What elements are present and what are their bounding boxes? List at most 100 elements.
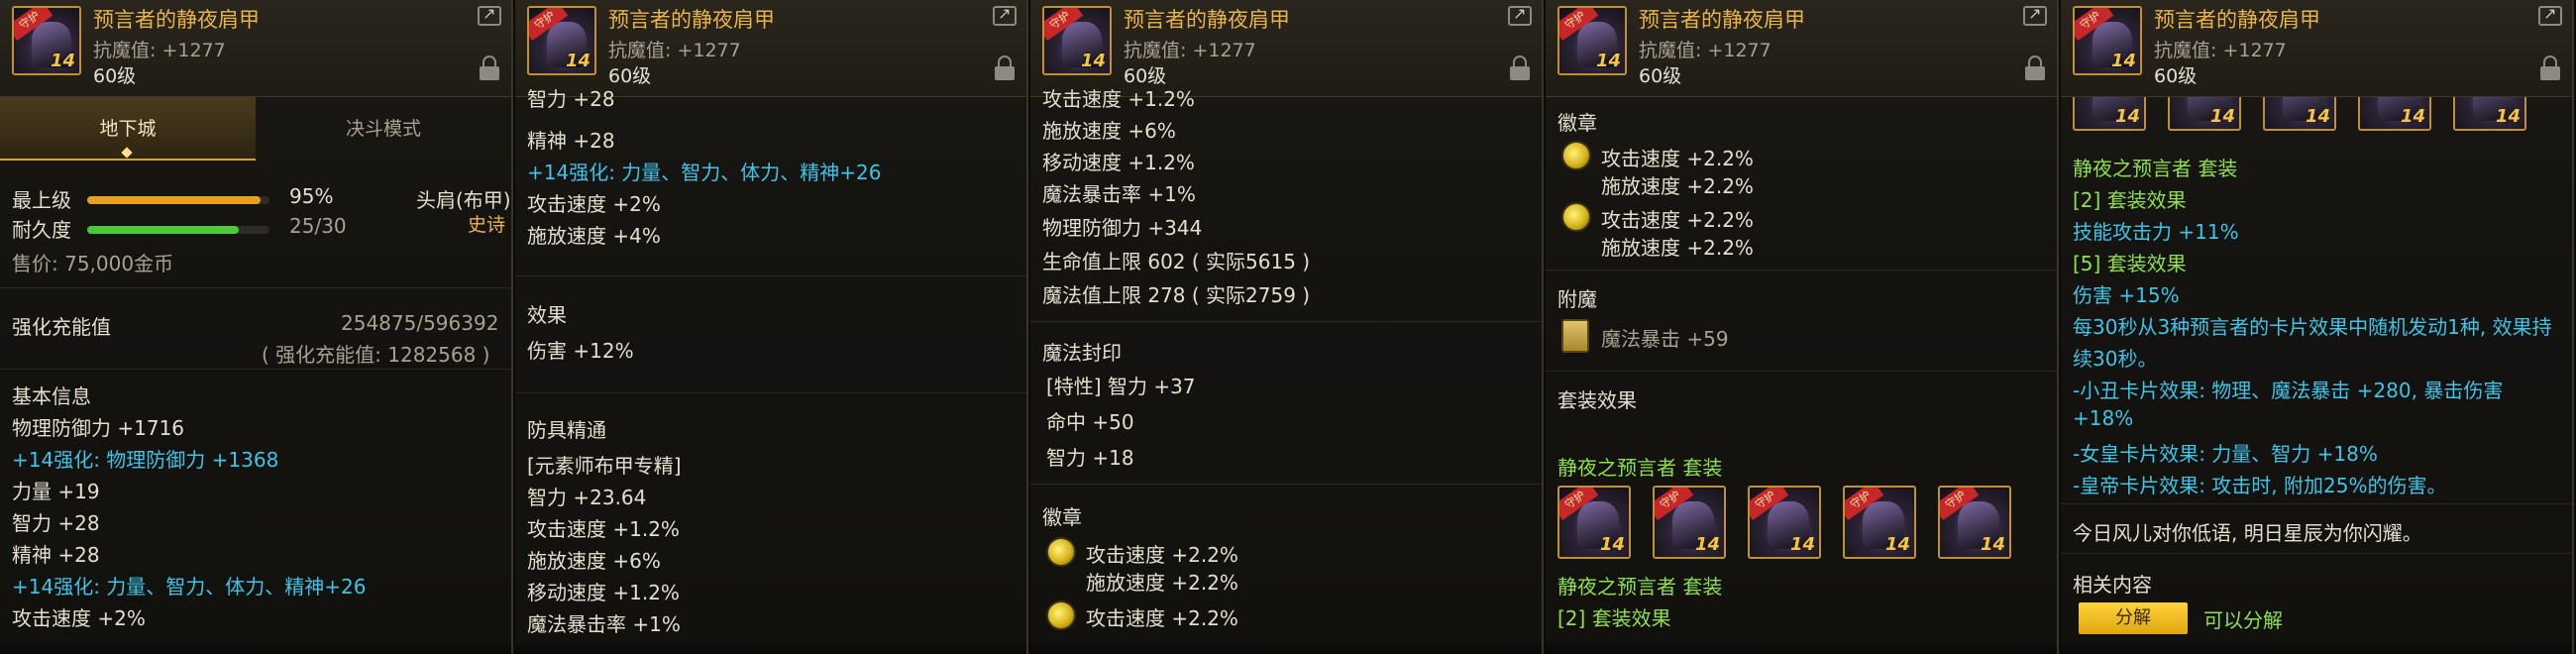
charge-sub: ( 强化充能值: 1282568 ) bbox=[262, 343, 490, 367]
item-header: 守护 14 预言者的静夜肩甲 抗魔值: +1277 60级 bbox=[2061, 0, 2572, 97]
item-icon[interactable]: 守护 14 bbox=[1042, 6, 1112, 75]
lock-icon[interactable] bbox=[1510, 55, 1530, 81]
divider bbox=[515, 392, 1026, 393]
durability-value: 25/30 bbox=[289, 214, 347, 238]
mastery-label: 防具精通 bbox=[527, 418, 606, 442]
icon-level: 14 bbox=[2400, 106, 2425, 127]
set-piece-icon[interactable]: 守护 14 bbox=[1938, 486, 2011, 559]
mode-tabs: 地下城 决斗模式 bbox=[0, 97, 511, 161]
enchant-line: 魔法暴击 +59 bbox=[1601, 327, 1729, 351]
stat-line: 物理防御力 +344 bbox=[1042, 216, 1203, 240]
item-level: 60级 bbox=[93, 65, 137, 87]
emblem-line: 施放速度 +2.2% bbox=[1086, 571, 1238, 595]
item-icon[interactable]: 守护 14 bbox=[2073, 6, 2142, 75]
set-effect-label: 套装效果 bbox=[1557, 388, 1637, 412]
icon-level: 14 bbox=[2495, 106, 2521, 127]
item-icon[interactable]: 守护 14 bbox=[1557, 6, 1627, 75]
tooltip-panel-2: 守护 14 预言者的静夜肩甲 抗魔值: +1277 60级 智力 +28 精神 … bbox=[515, 0, 1028, 654]
set-piece-icon[interactable]: 守护 14 bbox=[1748, 486, 1821, 559]
emblem-icon[interactable] bbox=[1561, 141, 1591, 170]
icon-level: 14 bbox=[1789, 534, 1815, 555]
icon-level: 14 bbox=[1980, 534, 2005, 555]
stat-line: 攻击速度 +1.2% bbox=[527, 517, 680, 541]
set-bonus-line: 技能攻击力 +11% bbox=[2073, 220, 2239, 244]
export-icon[interactable] bbox=[2538, 4, 2562, 26]
stat-line: 智力 +28 bbox=[12, 511, 100, 535]
set-piece-icon[interactable]: 守护 14 bbox=[1843, 486, 1916, 559]
item-resist: 抗魔值: +1277 bbox=[93, 40, 226, 61]
stat-line: 移动速度 +1.2% bbox=[1042, 151, 1195, 174]
set-tier-label: [5] 套装效果 bbox=[2073, 252, 2187, 275]
set-name: 静夜之预言者 套装 bbox=[1557, 456, 1723, 480]
related-label: 相关内容 bbox=[2073, 573, 2152, 597]
item-resist: 抗魔值: +1277 bbox=[1124, 40, 1256, 61]
stat-line: 魔法暴击率 +1% bbox=[527, 612, 681, 636]
emblem-line: 攻击速度 +2.2% bbox=[1601, 147, 1754, 170]
grade-bar bbox=[87, 196, 269, 204]
basic-info-label: 基本信息 bbox=[12, 384, 91, 408]
tooltip-panel-4: 守护 14 预言者的静夜肩甲 抗魔值: +1277 60级 徽章 攻击速度 +2… bbox=[1546, 0, 2059, 654]
lock-icon[interactable] bbox=[2025, 55, 2045, 81]
emblem-line: 施放速度 +2.2% bbox=[1601, 174, 1754, 198]
stat-line: 施放速度 +6% bbox=[1042, 119, 1176, 143]
divider bbox=[0, 369, 511, 370]
item-name: 预言者的静夜肩甲 bbox=[1124, 8, 1290, 32]
emblem-icon[interactable] bbox=[1046, 537, 1076, 567]
item-tooltip-strip: 守护 14 预言者的静夜肩甲 抗魔值: +1277 60级 地下城 决斗模式 最… bbox=[0, 0, 2576, 654]
stat-line: 攻击速度 +1.2% bbox=[1042, 87, 1195, 111]
stat-line: 生命值上限 602 ( 实际5615 ) bbox=[1042, 250, 1311, 273]
stat-line: 施放速度 +4% bbox=[527, 224, 661, 248]
set-piece-icon[interactable]: 守护 14 bbox=[1653, 486, 1726, 559]
durability-label: 耐久度 bbox=[12, 218, 71, 242]
stat-line: 魔法暴击率 +1% bbox=[1042, 182, 1196, 206]
item-name: 预言者的静夜肩甲 bbox=[608, 8, 775, 32]
export-icon[interactable] bbox=[1508, 4, 1532, 26]
export-icon[interactable] bbox=[2023, 4, 2047, 26]
set-piece-icon[interactable]: 守护 14 bbox=[1557, 486, 1631, 559]
stat-line: 智力 +28 bbox=[527, 87, 615, 111]
lock-icon[interactable] bbox=[480, 55, 499, 81]
icon-level: 14 bbox=[1694, 534, 1720, 555]
enchant-label: 附魔 bbox=[1557, 287, 1597, 311]
flavor-text: 今日风儿对你低语, 明日星辰为你闪耀。 bbox=[2073, 521, 2422, 545]
lock-icon[interactable] bbox=[995, 55, 1015, 81]
item-level: 60级 bbox=[1639, 65, 1682, 87]
stat-line: 力量 +19 bbox=[12, 480, 100, 503]
tab-pvp[interactable]: 决斗模式 bbox=[256, 97, 511, 161]
divider bbox=[0, 287, 511, 288]
durability-bar bbox=[87, 226, 269, 234]
item-header: 守护 14 预言者的静夜肩甲 抗魔值: +1277 60级 bbox=[1546, 0, 2057, 97]
icon-level: 14 bbox=[2114, 106, 2140, 127]
stat-line: 施放速度 +6% bbox=[527, 549, 661, 573]
emblem-icon[interactable] bbox=[1561, 202, 1591, 232]
disassemble-button[interactable]: 分解 bbox=[2079, 602, 2188, 634]
set-bonus-line: 续30秒。 bbox=[2073, 347, 2158, 371]
icon-level: 14 bbox=[2305, 106, 2330, 127]
set-name: 静夜之预言者 套装 bbox=[2073, 157, 2238, 180]
divider bbox=[2061, 553, 2572, 554]
export-icon[interactable] bbox=[478, 4, 501, 26]
emblem-line: 施放速度 +2.2% bbox=[1601, 236, 1754, 260]
lock-icon[interactable] bbox=[2540, 55, 2560, 81]
enchant-card-icon[interactable] bbox=[1561, 319, 1589, 353]
tooltip-panel-1: 守护 14 预言者的静夜肩甲 抗魔值: +1277 60级 地下城 决斗模式 最… bbox=[0, 0, 513, 654]
emblem-label: 徽章 bbox=[1557, 111, 1597, 135]
divider bbox=[1030, 321, 1542, 322]
emblem-line: 攻击速度 +2.2% bbox=[1086, 543, 1238, 567]
tooltip-panel-3: 守护 14 预言者的静夜肩甲 抗魔值: +1277 60级 攻击速度 +1.2%… bbox=[1030, 0, 1544, 654]
set-tier-label: [2] 套装效果 bbox=[1557, 606, 1671, 630]
emblem-icon[interactable] bbox=[1046, 600, 1076, 630]
export-icon[interactable] bbox=[993, 4, 1017, 26]
grade-value: 95% bbox=[289, 184, 334, 208]
emblem-label: 徽章 bbox=[1042, 505, 1082, 529]
icon-level: 14 bbox=[1595, 51, 1621, 71]
item-icon[interactable]: 守护 14 bbox=[527, 6, 596, 75]
item-icon[interactable]: 守护 14 bbox=[12, 6, 81, 75]
effect-line: 伤害 +12% bbox=[527, 339, 634, 363]
seal-line: [特性] 智力 +37 bbox=[1046, 375, 1196, 398]
item-slot: 头肩(布甲) bbox=[416, 188, 511, 212]
stat-line: 物理防御力 +1716 bbox=[12, 416, 185, 440]
item-name: 预言者的静夜肩甲 bbox=[2154, 8, 2320, 32]
stat-line: 攻击速度 +2% bbox=[12, 606, 146, 630]
seal-line: 智力 +18 bbox=[1046, 446, 1134, 470]
